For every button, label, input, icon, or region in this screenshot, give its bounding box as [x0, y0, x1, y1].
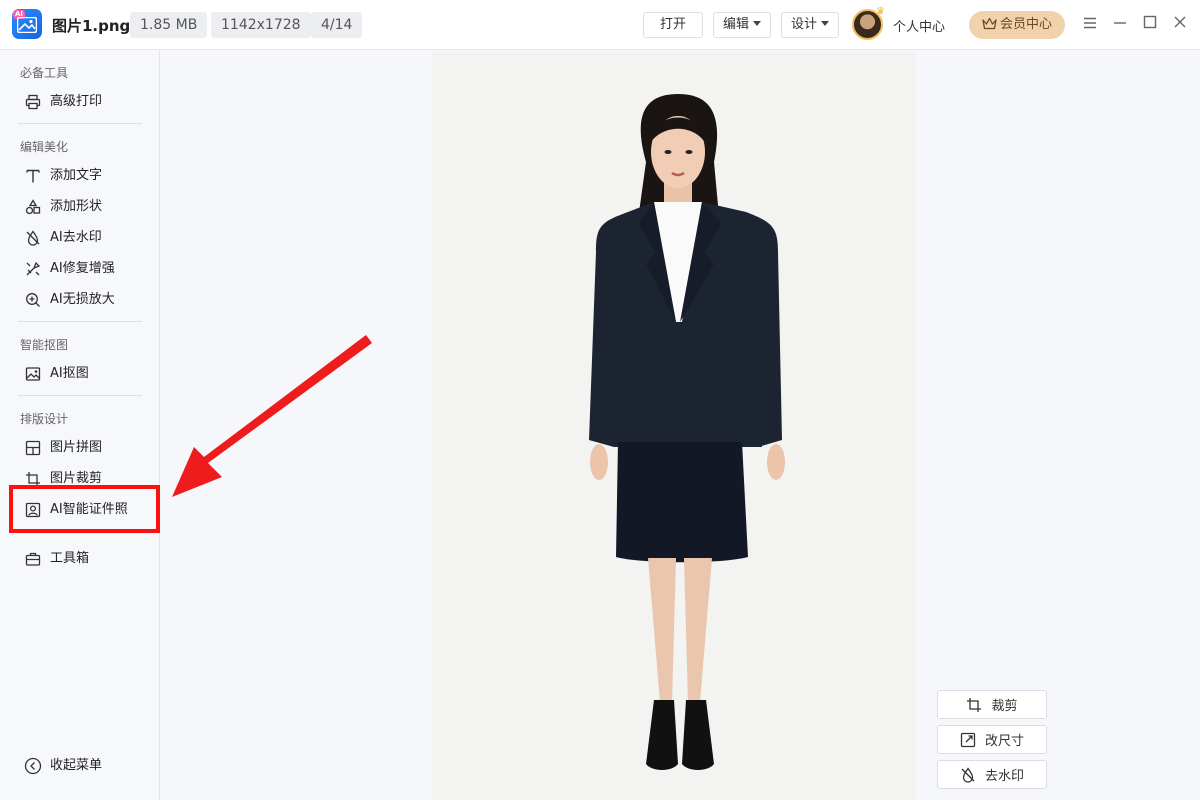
image-cutout-icon: [24, 365, 42, 383]
divider: [18, 395, 142, 396]
open-button[interactable]: 打开: [643, 12, 703, 38]
sidebar-item-label: AI修复增强: [50, 261, 115, 276]
crop-button-label: 裁剪: [991, 699, 1018, 714]
menu-icon[interactable]: [1080, 14, 1100, 34]
sidebar-item-label: 工具箱: [50, 551, 90, 566]
watermark-remove-icon: [960, 766, 976, 783]
watermark-remove-icon: [24, 229, 42, 247]
sidebar-item-label: 图片拼图: [50, 440, 103, 455]
section-title-smart-cutout: 智能抠图: [20, 338, 69, 352]
crop-icon: [966, 697, 982, 713]
resize-icon: [960, 732, 976, 748]
collapse-menu-label: 收起菜单: [50, 758, 103, 773]
sidebar-item-label: 添加文字: [50, 168, 103, 183]
avatar[interactable]: ♛: [852, 6, 885, 40]
sidebar-item-ai-remove-watermark[interactable]: AI去水印: [14, 224, 150, 252]
repair-enhance-icon: [24, 260, 42, 278]
resize-button-label: 改尺寸: [984, 734, 1024, 749]
sidebar-item-label: AI去水印: [50, 230, 102, 245]
sidebar-item-label: AI抠图: [50, 366, 89, 381]
remove-watermark-button-label: 去水印: [984, 769, 1024, 784]
title-bar: AI 图片1.png 1.85 MB 1142x1728 4/14 打开 编辑 …: [0, 0, 1200, 50]
sidebar-item-label: AI无损放大: [50, 292, 115, 307]
resize-button[interactable]: 改尺寸: [937, 725, 1047, 754]
sidebar-item-image-collage[interactable]: 图片拼图: [14, 434, 150, 462]
sidebar-item-ai-lossless-upscale[interactable]: AI无损放大: [14, 286, 150, 314]
sidebar-item-label: 高级打印: [50, 94, 103, 109]
toolbox-icon: [24, 550, 42, 568]
vip-center-label: 会员中心: [999, 17, 1052, 32]
edit-menu-button[interactable]: 编辑: [713, 12, 771, 38]
sidebar-item-label: 添加形状: [50, 199, 103, 214]
design-menu-label: 设计: [790, 17, 817, 32]
profile-center-link[interactable]: 个人中心: [893, 16, 945, 35]
app-logo-icon: AI: [12, 9, 42, 39]
chevron-down-icon: [753, 21, 761, 26]
crop-button[interactable]: 裁剪: [937, 690, 1047, 719]
sidebar-item-toolbox[interactable]: 工具箱: [14, 545, 150, 573]
sidebar-item-ai-repair-enhance[interactable]: AI修复增强: [14, 255, 150, 283]
text-icon: [24, 167, 42, 185]
printer-icon: [24, 93, 42, 111]
divider: [18, 123, 142, 124]
design-menu-button[interactable]: 设计: [781, 12, 839, 38]
collapse-left-icon: [24, 757, 42, 775]
file-size-badge: 1.85 MB: [130, 12, 208, 38]
photo-preview: [432, 52, 916, 800]
open-button-label: 打开: [659, 17, 686, 32]
divider: [18, 321, 142, 322]
chevron-down-icon: [821, 21, 829, 26]
page-index-badge: 4/14: [311, 12, 363, 38]
image-dimensions-badge: 1142x1728: [211, 12, 311, 38]
section-title-layout-design: 排版设计: [20, 412, 69, 426]
file-name: 图片1.png: [52, 17, 131, 35]
collage-icon: [24, 439, 42, 457]
vip-center-button[interactable]: 会员中心: [969, 11, 1065, 39]
minimize-icon[interactable]: [1110, 14, 1130, 34]
shapes-icon: [24, 198, 42, 216]
section-title-edit-beautify: 编辑美化: [20, 140, 69, 154]
sidebar: 必备工具 高级打印 编辑美化 添加文字 添加形状 AI去水印 AI修复增强 AI…: [0, 50, 160, 800]
collapse-menu-button[interactable]: 收起菜单: [14, 752, 150, 780]
person-in-suit-image: [589, 94, 785, 770]
crown-icon: ♛: [876, 6, 885, 17]
crown-outline-icon: [982, 13, 997, 41]
zoom-in-icon: [24, 291, 42, 309]
sidebar-item-add-shape[interactable]: 添加形状: [14, 193, 150, 221]
sidebar-item-add-text[interactable]: 添加文字: [14, 162, 150, 190]
remove-watermark-button[interactable]: 去水印: [937, 760, 1047, 789]
sidebar-item-ai-cutout[interactable]: AI抠图: [14, 360, 150, 388]
sidebar-item-advanced-print[interactable]: 高级打印: [14, 88, 150, 116]
highlight-box: [9, 485, 160, 533]
annotation-arrow: [172, 335, 372, 497]
maximize-icon[interactable]: [1140, 14, 1160, 34]
section-title-essential-tools: 必备工具: [20, 66, 69, 80]
edit-menu-label: 编辑: [722, 17, 749, 32]
close-icon[interactable]: [1170, 14, 1190, 34]
